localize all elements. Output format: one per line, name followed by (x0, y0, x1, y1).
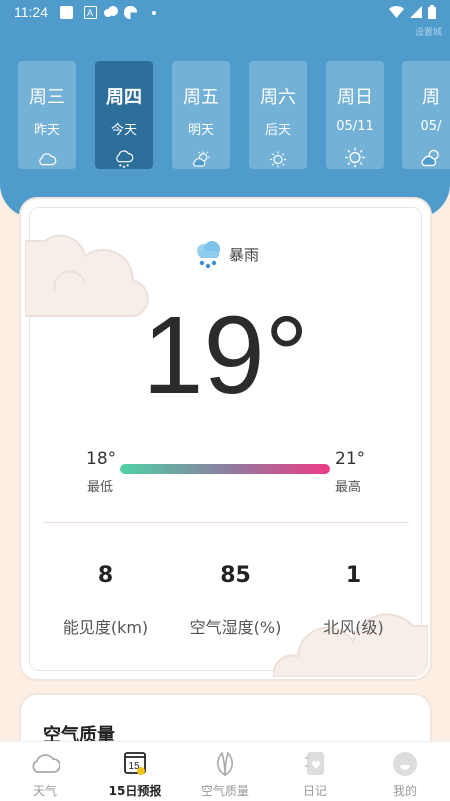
stat-wind: 1 北风(级) (281, 563, 426, 638)
nav-15day-forecast[interactable]: 15 15日预报 (90, 742, 180, 801)
day-tab-thu[interactable]: 周四 今天 (95, 61, 153, 169)
nav-label: 天气 (32, 784, 57, 798)
profile-icon (393, 752, 417, 776)
low-temperature: 18° (86, 449, 117, 469)
font-notification-icon: A (84, 6, 97, 19)
day-name: 周四 (106, 87, 142, 108)
current-weather-card: 暴雨 19° 18° 最低 21° 最高 8 能见度(km) 85 空气湿度(%… (23, 201, 428, 677)
partly-cloudy-icon (421, 149, 439, 167)
day-tab-sun[interactable]: 周日 05/11 (326, 61, 384, 169)
app-notification-icon (60, 6, 73, 19)
rain-cloud-icon (116, 150, 134, 168)
day-tab-wed[interactable]: 周三 昨天 (18, 61, 76, 169)
day-sub: 今天 (110, 123, 137, 138)
nav-label: 15日预报 (108, 784, 162, 798)
stat-value: 1 (345, 563, 362, 588)
heavy-rain-icon (197, 241, 220, 269)
day-sub: 后天 (264, 123, 291, 138)
stat-visibility: 8 能见度(km) (33, 563, 178, 638)
nav-profile[interactable]: 我的 (360, 742, 450, 801)
header: 11:24 A 设置城 周三 昨天 周四 今天 周五 明天 周六 后天 周日 0… (0, 0, 450, 218)
dot-icon (152, 11, 156, 15)
current-temperature: 19° (142, 294, 309, 417)
pinwheel-notification-icon (124, 6, 137, 19)
day-sub: 05/11 (336, 119, 374, 134)
cloud-icon (32, 754, 60, 773)
day-tab-fri[interactable]: 周五 明天 (172, 61, 230, 169)
day-name: 周日 (337, 87, 373, 108)
sun-icon (345, 147, 365, 168)
battery-icon (428, 5, 436, 19)
status-bar: 11:24 A (0, 0, 450, 26)
day-name: 周三 (29, 87, 65, 108)
nav-diary[interactable]: 日记 (270, 742, 360, 801)
high-label: 最高 (335, 480, 362, 495)
stat-label: 能见度(km) (62, 618, 149, 637)
corner-label: 设置城 (414, 28, 442, 38)
stat-label: 北风(级) (323, 618, 384, 637)
day-name: 周 (422, 87, 440, 108)
nav-air-quality[interactable]: 空气质量 (180, 742, 270, 801)
leaf-icon (217, 751, 233, 777)
day-name: 周六 (260, 87, 296, 108)
partly-cloudy-icon (193, 151, 210, 167)
day-sub: 明天 (187, 123, 214, 138)
condition-text: 暴雨 (229, 245, 260, 264)
nav-weather[interactable]: 天气 (0, 742, 90, 801)
wifi-icon (389, 6, 404, 18)
day-tab-sat[interactable]: 周六 后天 (249, 61, 307, 169)
weather-condition: 暴雨 (193, 239, 259, 269)
temperature-range-bar (120, 464, 330, 474)
day-tab-next[interactable]: 周 05/ (402, 61, 450, 169)
calendar-15-icon: 15 (124, 752, 146, 775)
signal-icon (410, 6, 422, 18)
nav-label: 日记 (302, 784, 327, 798)
day-sub: 05/ (420, 119, 442, 134)
nav-label: 空气质量 (200, 784, 249, 798)
sun-icon (269, 151, 287, 168)
diary-icon (305, 752, 324, 775)
svg-text:A: A (87, 8, 93, 18)
status-time: 11:24 (14, 4, 48, 20)
divider (43, 522, 408, 523)
day-sub: 昨天 (33, 123, 60, 138)
low-label: 最低 (87, 480, 114, 495)
bottom-nav: 天气 15 15日预报 空气质量 日记 我的 (0, 741, 450, 801)
cloud-notification-icon (104, 6, 118, 17)
day-name: 周五 (183, 87, 219, 108)
stat-value: 8 (97, 563, 114, 588)
nav-label: 我的 (392, 784, 417, 798)
day-selector: 周三 昨天 周四 今天 周五 明天 周六 后天 周日 05/11 周 05/ (18, 61, 450, 169)
high-temperature: 21° (335, 449, 366, 469)
cloud-icon (39, 153, 57, 166)
